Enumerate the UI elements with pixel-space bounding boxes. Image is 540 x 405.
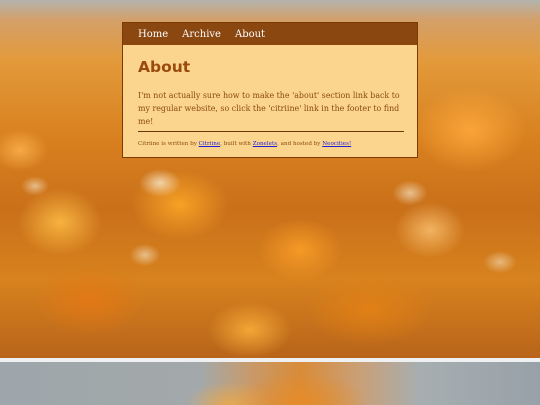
footer-text-hosted: , and hosted by	[277, 141, 323, 147]
footer-divider	[138, 131, 404, 132]
page-title: About	[138, 58, 191, 76]
top-nav: Home Archive About	[123, 23, 417, 45]
footer-citriine-link[interactable]: Citriine	[199, 141, 220, 147]
nav-archive-link[interactable]: Archive	[182, 29, 221, 40]
footer: Citriine is written by Citriine, built w…	[138, 140, 408, 148]
footer-text-built: , built with	[220, 141, 253, 147]
footer-zonelets-link[interactable]: Zonelets	[253, 141, 277, 147]
nav-home-link[interactable]: Home	[138, 29, 168, 40]
content-panel: Home Archive About About I'm not actuall…	[122, 22, 418, 158]
footer-neocities-link[interactable]: Neocities!	[322, 141, 351, 147]
about-paragraph: I'm not actually sure how to make the 'a…	[138, 91, 400, 126]
citrine-crystal-photo-repeat	[0, 362, 540, 405]
footer-text-prefix: Citriine is written by	[138, 141, 199, 147]
nav-about-link[interactable]: About	[235, 29, 265, 40]
